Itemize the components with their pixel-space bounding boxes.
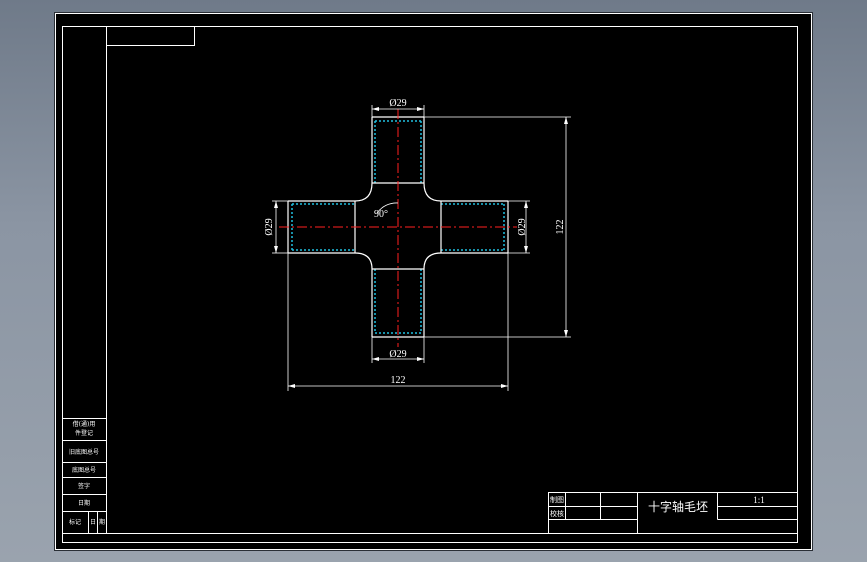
angle-label: 90° bbox=[374, 209, 388, 220]
checked-label: 校核 bbox=[550, 509, 564, 518]
bottom-diameter-label: Ø29 bbox=[389, 349, 406, 360]
left-diameter-label: Ø29 bbox=[264, 218, 275, 235]
side-row-3: 旧底图总号 bbox=[69, 448, 99, 456]
part-title: 十字轴毛坯 bbox=[648, 499, 708, 514]
side-row-4: 底图总号 bbox=[72, 466, 96, 474]
scale-value: 1:1 bbox=[753, 495, 765, 505]
overall-height-label: 122 bbox=[555, 220, 566, 235]
inner-frame bbox=[106, 26, 798, 534]
outer-border bbox=[55, 13, 812, 550]
side-footer-1: 标记 bbox=[69, 518, 81, 526]
overall-width-label: 122 bbox=[391, 375, 406, 386]
drawn-label: 制图 bbox=[550, 495, 564, 504]
drawing-canvas: 借(通)用 件登记 旧底图总号 底图总号 签字 日期 标记 日 期 制图 校核 … bbox=[55, 13, 812, 550]
side-row-1: 借(通)用 bbox=[73, 420, 96, 428]
top-diameter-label: Ø29 bbox=[389, 98, 406, 109]
side-row-5: 签字 bbox=[78, 482, 90, 490]
side-row-6: 日期 bbox=[78, 499, 90, 507]
code-box bbox=[106, 26, 195, 46]
right-diameter-label: Ø29 bbox=[517, 218, 528, 235]
side-row-2: 件登记 bbox=[75, 429, 93, 437]
side-footer-3: 期 bbox=[99, 518, 105, 526]
drawing-frame bbox=[62, 26, 798, 543]
cross-part: 90° bbox=[279, 109, 517, 347]
center-lines bbox=[279, 109, 517, 347]
side-footer-2: 日 bbox=[90, 519, 96, 526]
cad-viewport[interactable]: 借(通)用 件登记 旧底图总号 底图总号 签字 日期 标记 日 期 制图 校核 … bbox=[55, 13, 812, 550]
